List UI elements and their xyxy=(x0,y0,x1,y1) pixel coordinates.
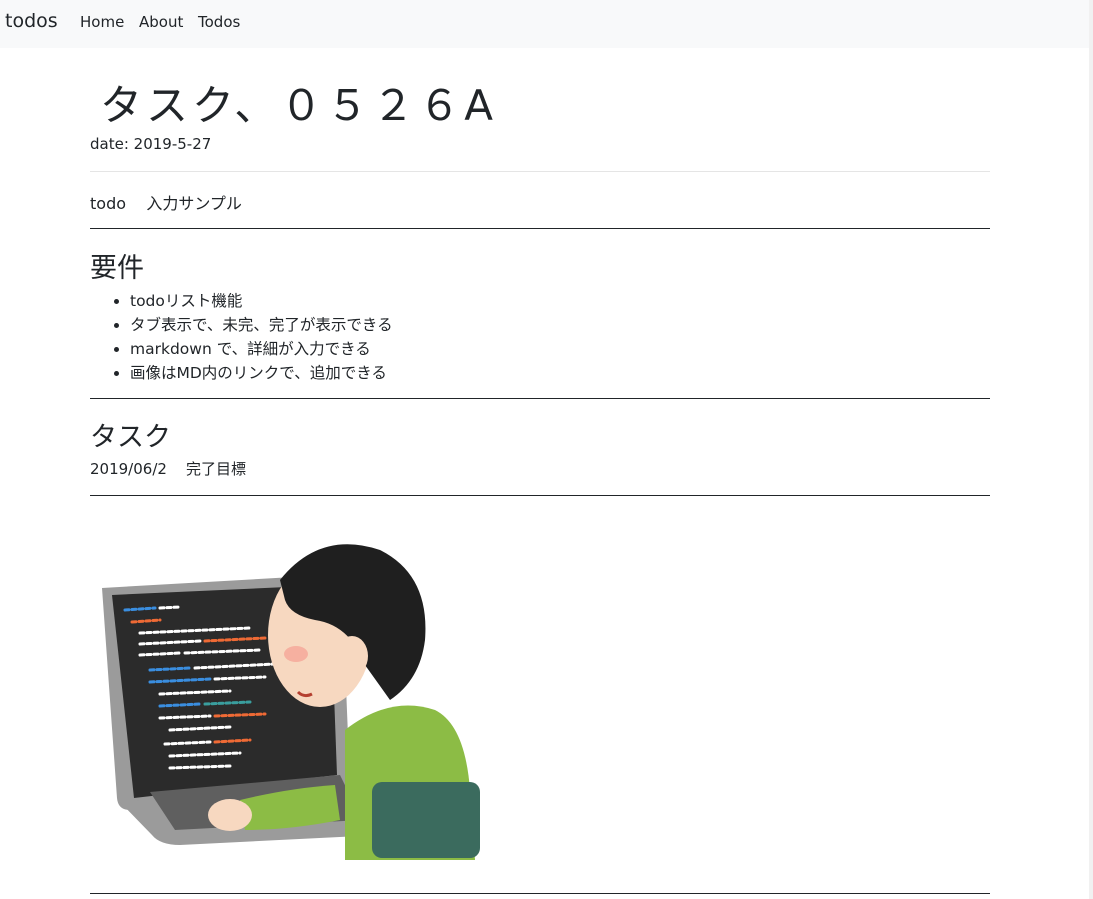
target-date: 2019/06/2 完了目標 xyxy=(90,460,246,478)
list-item: todoリスト機能 xyxy=(130,289,393,313)
divider xyxy=(90,398,990,399)
requirements-heading: 要件 xyxy=(90,253,144,284)
list-item: markdown で、詳細が入力できる xyxy=(130,337,393,361)
post-date: date: 2019-5-27 xyxy=(90,135,212,153)
navbar-brand[interactable]: todos xyxy=(5,10,58,32)
list-item: タブ表示で、未完、完了が表示できる xyxy=(130,313,393,337)
divider xyxy=(90,171,990,172)
programmer-illustration xyxy=(102,544,480,860)
divider xyxy=(90,228,990,229)
list-item: 画像はMD内のリンクで、追加できる xyxy=(130,361,393,385)
page-title: タスク、０５２６A xyxy=(100,81,497,130)
intro-text: todo 入力サンプル xyxy=(90,194,242,213)
scrollbar[interactable] xyxy=(1089,0,1093,899)
task-heading: タスク xyxy=(90,422,171,453)
divider xyxy=(90,893,990,894)
nav-link-todos[interactable]: Todos xyxy=(198,13,240,31)
divider xyxy=(90,495,990,496)
nav-link-about[interactable]: About xyxy=(139,13,183,31)
requirements-list: todoリスト機能 タブ表示で、未完、完了が表示できる markdown で、詳… xyxy=(90,289,393,385)
navbar: todos Home About Todos xyxy=(0,0,1093,48)
nav-link-home[interactable]: Home xyxy=(80,13,124,31)
